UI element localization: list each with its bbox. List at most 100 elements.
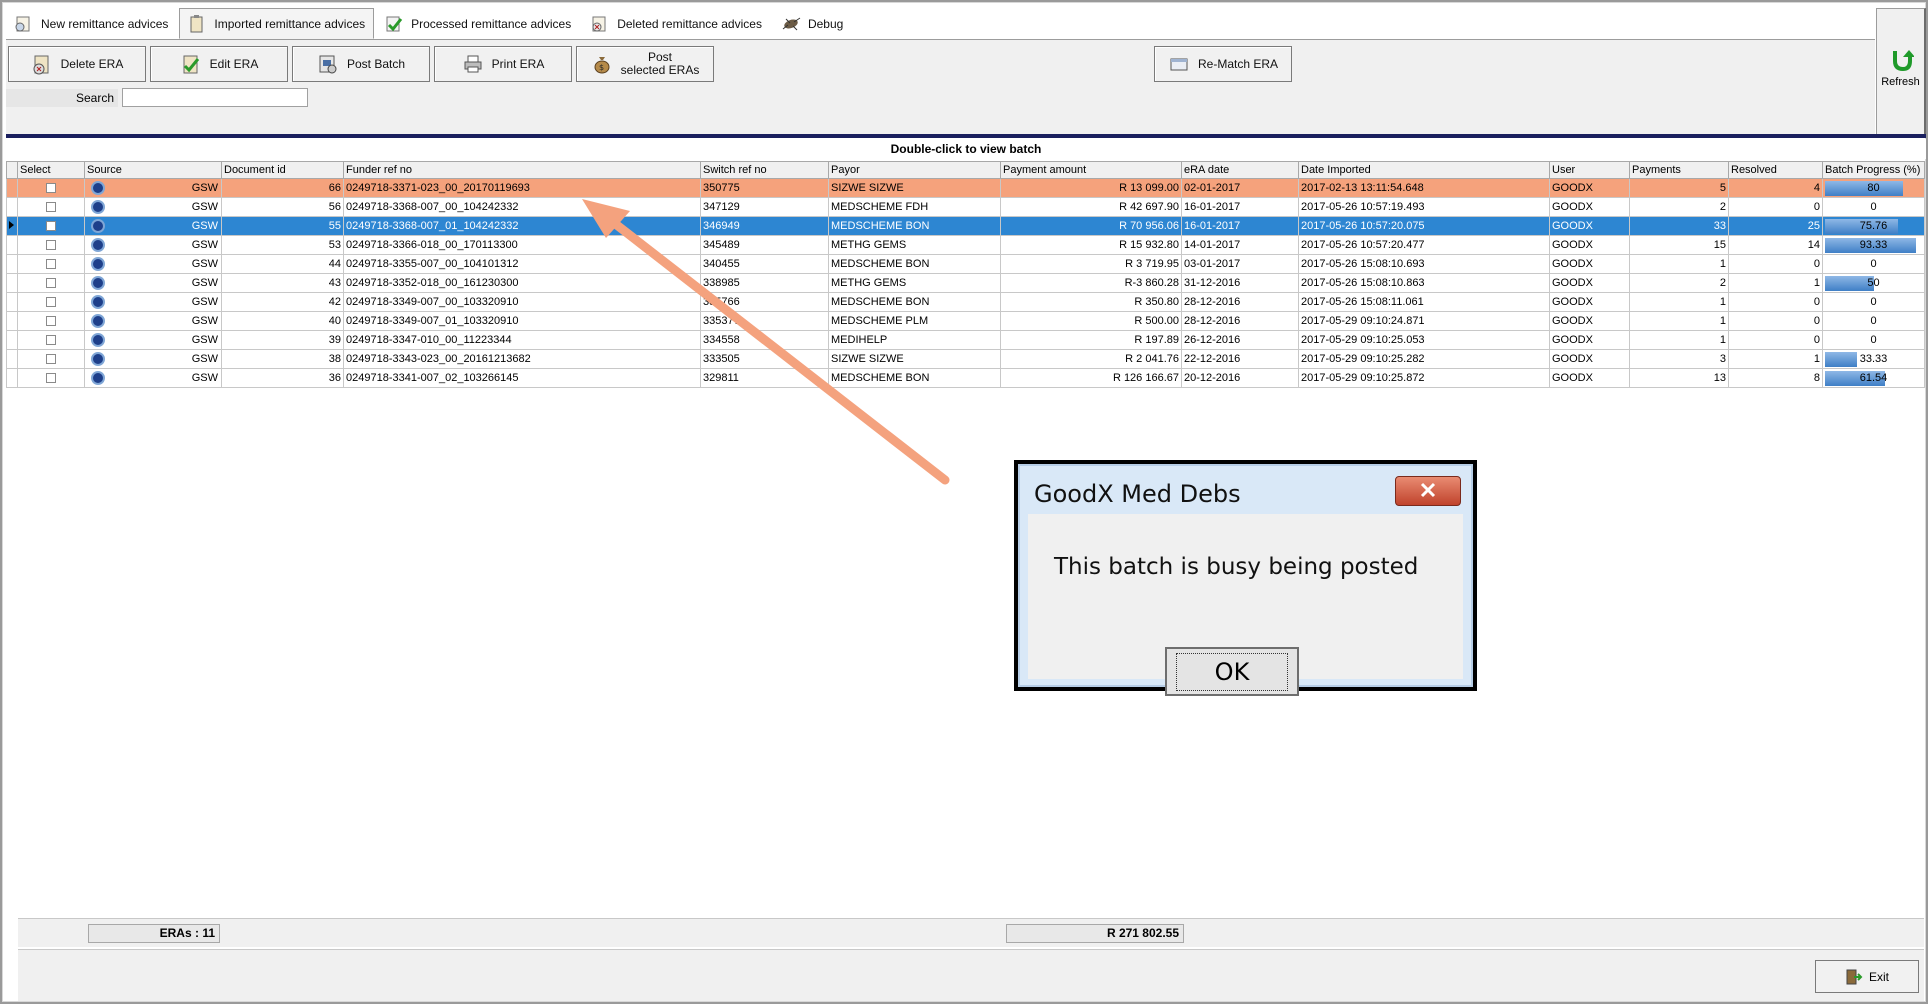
select-checkbox[interactable] [46,354,56,365]
row-indicator [6,178,18,198]
search-input[interactable] [122,88,308,107]
column-header[interactable]: Date Imported [1298,161,1550,179]
row-indicator-header [6,161,18,179]
column-header[interactable]: Funder ref no [343,161,701,179]
source-icon [91,333,105,347]
select-checkbox[interactable] [46,183,56,194]
dialog-close-button[interactable] [1395,476,1461,506]
payor-cell: SIZWE SIZWE [828,178,1001,198]
source-text: GSW [191,334,218,346]
column-header[interactable]: Document id [221,161,344,179]
column-header[interactable]: Payments [1629,161,1729,179]
date-imported-cell: 2017-05-26 10:57:20.477 [1298,235,1550,255]
select-checkbox[interactable] [46,335,56,346]
select-checkbox[interactable] [46,278,56,289]
select-cell[interactable] [17,311,85,331]
funder-ref-cell: 0249718-3349-007_00_103320910 [343,292,701,312]
table-row[interactable]: GSW 66 0249718-3371-023_00_20170119693 3507… [6,178,1925,198]
table-row[interactable]: GSW 43 0249718-3352-018_00_161230300 338985… [6,273,1925,293]
print-era-button[interactable]: Print ERA [434,46,572,82]
delete-era-button[interactable]: Delete ERA [8,46,146,82]
select-checkbox[interactable] [46,202,56,213]
funder-ref-cell: 0249718-3352-018_00_161230300 [343,273,701,293]
ok-label: OK [1175,652,1289,691]
date-imported-cell: 2017-05-26 15:08:10.693 [1298,254,1550,274]
user-cell: GOODX [1549,178,1630,198]
table-row[interactable]: GSW 38 0249718-3343-023_00_20161213682 3335… [6,349,1925,369]
exit-button[interactable]: Exit [1815,960,1919,993]
column-header[interactable]: Resolved [1728,161,1823,179]
dialog-body: This batch is busy being posted OK [1028,514,1463,696]
switch-ref-cell: 338985 [700,273,829,293]
resolved-cell: 0 [1728,311,1823,331]
edit-era-button[interactable]: Edit ERA [150,46,288,82]
select-checkbox[interactable] [46,259,56,270]
column-header[interactable]: Payment amount [1000,161,1182,179]
select-cell[interactable] [17,292,85,312]
tab-debug[interactable]: Debug [773,8,852,39]
payor-cell: METHG GEMS [828,235,1001,255]
select-checkbox[interactable] [46,221,56,232]
progress-bar: 0 [1825,295,1922,310]
select-checkbox[interactable] [46,373,56,384]
column-header[interactable]: Switch ref no [700,161,829,179]
select-cell[interactable] [17,254,85,274]
select-cell[interactable] [17,216,85,236]
row-indicator [6,349,18,369]
table-row[interactable]: GSW 53 0249718-3366-018_00_170113300 345489… [6,235,1925,255]
select-cell[interactable] [17,235,85,255]
table-row[interactable]: GSW 42 0249718-3349-007_00_103320910 335766… [6,292,1925,312]
tab-processed-remittance-advices[interactable]: Processed remittance advices [376,8,580,39]
era-grid[interactable]: Select Source Document id Funder ref no … [6,161,1925,388]
table-row[interactable]: GSW 39 0249718-3347-010_00_11223344 334558 M… [6,330,1925,350]
search-label: Search [6,89,118,107]
status-bar: ERAs : 11 R 271 802.55 [18,918,1924,947]
era-date-cell: 26-12-2016 [1181,330,1299,350]
document-id-cell: 39 [221,330,344,350]
payment-amount-cell: R 3 719.95 [1000,254,1182,274]
switch-ref-cell: 333505 [700,349,829,369]
select-cell[interactable] [17,330,85,350]
switch-ref-cell: 335377 [700,311,829,331]
money-bag-icon: $ [591,53,613,75]
batch-progress-cell: 33.33 [1822,349,1925,369]
column-header[interactable]: Source [84,161,222,179]
select-cell[interactable] [17,368,85,388]
select-cell[interactable] [17,197,85,217]
rematch-era-button[interactable]: Re-Match ERA [1154,46,1292,82]
select-cell[interactable] [17,178,85,198]
table-row[interactable]: GSW 36 0249718-3341-007_02_103266145 329811… [6,368,1925,388]
tab-deleted-remittance-advices[interactable]: Deleted remittance advices [582,8,771,39]
select-checkbox[interactable] [46,240,56,251]
tab-imported-remittance-advices[interactable]: Imported remittance advices [179,8,375,39]
column-header[interactable]: Batch Progress (%) [1822,161,1925,179]
progress-bar: 61.54 [1825,370,1922,386]
era-count: ERAs : 11 [88,924,220,943]
post-selected-eras-button[interactable]: $ Post selected ERAs [576,46,714,82]
select-cell[interactable] [17,273,85,293]
table-row[interactable]: GSW 40 0249718-3349-007_01_103320910 335377… [6,311,1925,331]
table-row[interactable]: GSW 44 0249718-3355-007_00_104101312 340455… [6,254,1925,274]
refresh-button[interactable]: Refresh [1876,8,1926,135]
payor-cell: MEDSCHEME BON [828,254,1001,274]
date-imported-cell: 2017-05-26 15:08:10.863 [1298,273,1550,293]
date-imported-cell: 2017-05-26 10:57:19.493 [1298,197,1550,217]
document-id-cell: 38 [221,349,344,369]
column-header[interactable]: eRA date [1181,161,1299,179]
source-text: GSW [191,201,218,213]
post-batch-button[interactable]: Post Batch [292,46,430,82]
document-id-cell: 55 [221,216,344,236]
select-cell[interactable] [17,349,85,369]
close-icon [1418,482,1438,501]
tab-new-remittance-advices[interactable]: New remittance advices [6,8,177,39]
table-row[interactable]: GSW 56 0249718-3368-007_00_104242332 347129… [6,197,1925,217]
dialog-ok-button[interactable]: OK [1165,647,1299,696]
payments-cell: 2 [1629,197,1729,217]
column-header[interactable]: Payor [828,161,1001,179]
select-checkbox[interactable] [46,316,56,327]
table-row[interactable]: GSW 55 0249718-3368-007_01_104242332 346949… [6,216,1925,236]
select-checkbox[interactable] [46,297,56,308]
column-header[interactable]: Select [17,161,85,179]
payment-amount-cell: R 126 166.67 [1000,368,1182,388]
column-header[interactable]: User [1549,161,1630,179]
